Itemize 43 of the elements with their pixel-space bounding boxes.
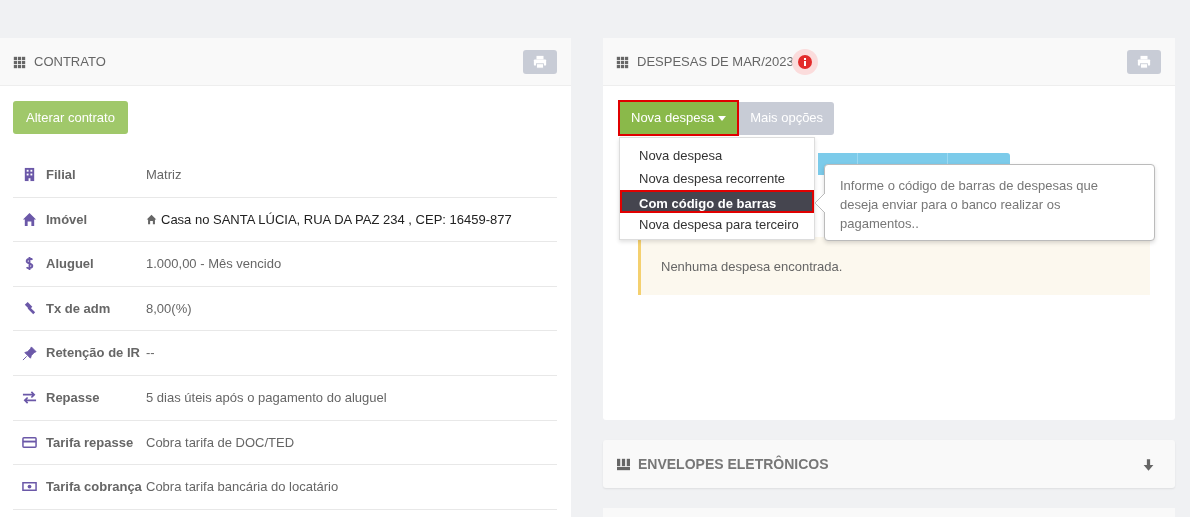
field-label: Filial: [46, 166, 77, 185]
field-value: 1.000,00 - Mês vencido: [146, 255, 282, 274]
house-icon: [22, 211, 37, 227]
info-icon: [791, 48, 818, 75]
panel-title: DESPESAS DE MAR/2023: [637, 52, 794, 71]
printer-icon: [1137, 54, 1151, 69]
print-button[interactable]: [1127, 49, 1161, 74]
field-value: --: [146, 344, 155, 363]
grid-icon: [616, 55, 629, 69]
field-label: Tx de adm: [46, 299, 112, 318]
field-label: Aluguel: [46, 255, 95, 274]
field-label: Retenção de IR: [46, 344, 141, 363]
caret-icon: [718, 115, 727, 121]
building-icon: [22, 167, 37, 183]
grid-icon: [13, 55, 26, 69]
field-value: Matriz: [146, 166, 182, 185]
field-label: Tarifa repasse: [46, 433, 135, 452]
tooltip-text: Informe o código de barras de despesas que deseja enviar para o banco realizar os pagamentos..: [840, 178, 1098, 231]
printer-icon: [533, 54, 547, 69]
empty-message: Nenhuma despesa encontrada.: [638, 237, 1150, 295]
field-value: Cobra tarifa bancária do locatário: [146, 478, 339, 497]
gavel-icon: [22, 301, 37, 317]
field-label: Imóvel: [46, 210, 89, 229]
pin-icon: [22, 345, 37, 361]
field-label: Tarifa cobrança: [46, 478, 143, 497]
print-button[interactable]: [523, 49, 557, 74]
menu-item[interactable]: Nova despesa para terceiro: [620, 213, 814, 236]
field-value: 5 dias úteis após o pagamento do aluguel: [146, 389, 387, 407]
house-icon: [146, 213, 157, 225]
menu-item[interactable]: Com código de barras: [620, 190, 814, 213]
menu-item[interactable]: Nova despesa recorrente: [620, 167, 814, 190]
field-value: Cobra tarifa de DOC/TED: [146, 433, 295, 452]
credit-card-icon: [22, 434, 37, 450]
menu-item[interactable]: Nova despesa: [620, 144, 814, 167]
field-value: 8,00(%): [146, 299, 192, 318]
panel-title: CONTRATO: [34, 52, 106, 71]
download-icon: [1142, 457, 1155, 472]
grid-icon: [617, 458, 630, 472]
envelopes-panel[interactable]: ENVELOPES ELETRÔNICOS: [603, 440, 1175, 488]
field-label: Repasse: [46, 389, 101, 407]
panel-title: ENVELOPES ELETRÔNICOS: [638, 454, 829, 474]
arrows-icon: [22, 390, 37, 406]
field-value: Casa no SANTA LÚCIA, RUA DA PAZ 234 , CEP: 16459-877: [161, 210, 512, 229]
